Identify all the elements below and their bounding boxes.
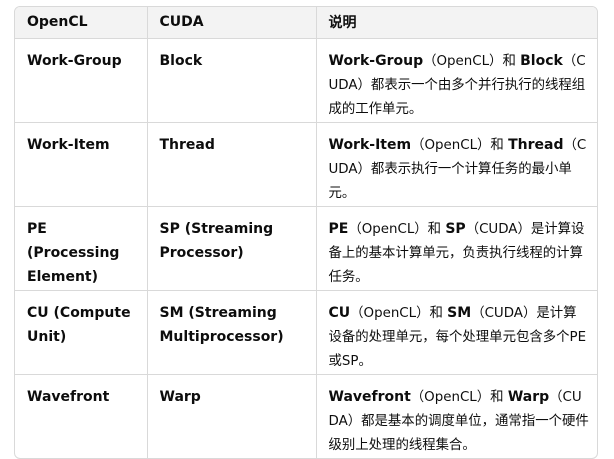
cell-cuda: Block xyxy=(147,38,317,123)
desc-term-cuda: Block xyxy=(520,52,563,69)
cell-cuda: Thread xyxy=(147,122,317,207)
table-row: CU (Compute Unit) SM (Streaming Multipro… xyxy=(15,290,597,375)
table-header: OpenCL CUDA 说明 xyxy=(15,7,597,39)
desc-connector: （OpenCL）和 xyxy=(410,389,508,405)
cell-cuda: SM (Streaming Multiprocessor) xyxy=(147,290,317,375)
header-opencl: OpenCL xyxy=(15,7,148,39)
desc-connector: （OpenCL）和 xyxy=(411,137,509,153)
desc-term-cuda: Thread xyxy=(508,136,564,153)
desc-term-cuda: SP xyxy=(445,220,466,237)
desc-connector: （OpenCL）和 xyxy=(350,305,448,321)
desc-connector: （OpenCL）和 xyxy=(423,53,521,69)
opencl-cuda-comparison-table: OpenCL CUDA 说明 Work-Group Block Work-Gro… xyxy=(15,7,597,458)
cell-description: Work-Item（OpenCL）和 Thread（CUDA）都表示执行一个计算… xyxy=(316,122,597,207)
desc-term-opencl: Wavefront xyxy=(328,388,411,405)
table-row: Work-Group Block Work-Group（OpenCL）和 Blo… xyxy=(15,38,597,123)
desc-term-opencl: Work-Item xyxy=(328,136,412,153)
header-row: OpenCL CUDA 说明 xyxy=(15,7,597,39)
cell-description: Work-Group（OpenCL）和 Block（CUDA）都表示一个由多个并… xyxy=(316,38,597,123)
desc-term-opencl: Work-Group xyxy=(328,52,424,69)
cell-opencl: Work-Group xyxy=(15,38,148,123)
cell-description: CU（OpenCL）和 SM（CUDA）是计算设备的处理单元，每个处理单元包含多… xyxy=(316,290,597,375)
cell-description: Wavefront（OpenCL）和 Warp（CUDA）都是基本的调度单位，通… xyxy=(316,374,597,458)
comparison-table-container: OpenCL CUDA 说明 Work-Group Block Work-Gro… xyxy=(14,6,598,459)
header-description: 说明 xyxy=(316,7,597,39)
table-body: Work-Group Block Work-Group（OpenCL）和 Blo… xyxy=(15,38,597,458)
desc-term-cuda: Warp xyxy=(507,388,550,405)
table-row: PE (Processing Element) SP (Streaming Pr… xyxy=(15,206,597,291)
header-cuda: CUDA xyxy=(147,7,317,39)
cell-opencl: PE (Processing Element) xyxy=(15,206,148,291)
table-row: Wavefront Warp Wavefront（OpenCL）和 Warp（C… xyxy=(15,374,597,458)
cell-cuda: Warp xyxy=(147,374,317,458)
desc-term-cuda: SM xyxy=(447,304,472,321)
cell-opencl: Wavefront xyxy=(15,374,148,458)
cell-description: PE（OpenCL）和 SP（CUDA）是计算设备上的基本计算单元，负责执行线程… xyxy=(316,206,597,291)
cell-cuda: SP (Streaming Processor) xyxy=(147,206,317,291)
desc-connector: （OpenCL）和 xyxy=(348,221,446,237)
cell-opencl: Work-Item xyxy=(15,122,148,207)
desc-term-opencl: PE xyxy=(328,220,349,237)
cell-opencl: CU (Compute Unit) xyxy=(15,290,148,375)
desc-term-opencl: CU xyxy=(328,304,351,321)
table-row: Work-Item Thread Work-Item（OpenCL）和 Thre… xyxy=(15,122,597,207)
